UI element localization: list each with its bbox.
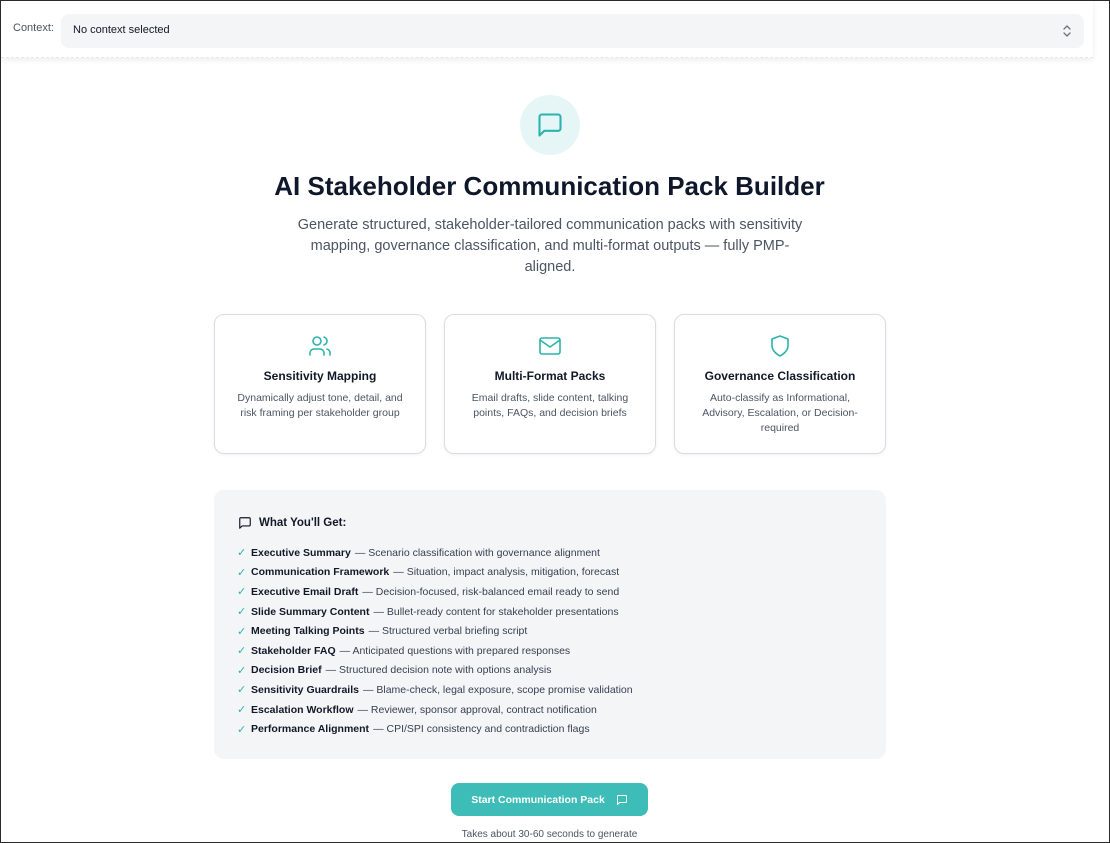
deliverables-panel: What You'll Get: ✓ Executive Summary — Sce… <box>214 490 886 759</box>
deliverable-name: Performance Alignment <box>251 723 370 736</box>
deliverable-detail: — Blame-check, legal exposure, scope pro… <box>362 683 633 696</box>
deliverable-detail: — Anticipated questions with prepared re… <box>339 644 571 657</box>
users-icon <box>309 336 331 356</box>
deliverable-name: Escalation Workflow <box>251 703 354 716</box>
list-item: ✓ Sensitivity Guardrails — Blame-check, le… <box>237 680 633 700</box>
deliverables-title: What You'll Get: <box>259 517 347 529</box>
check-icon: ✓ <box>237 547 247 560</box>
list-item: ✓ Meeting Talking Points — Structured verb… <box>237 621 633 641</box>
list-item: ✓ Escalation Workflow — Reviewer, sponsor … <box>237 700 633 720</box>
deliverable-detail: — Structured verbal briefing script <box>368 625 528 638</box>
message-square-icon <box>239 517 251 529</box>
deliverables-list: ✓ Executive Summary — Scenario classificat… <box>237 543 633 739</box>
start-communication-pack-button[interactable]: Start Communication Pack <box>451 783 648 816</box>
list-item: ✓ Decision Brief — Structured decision not… <box>237 661 633 681</box>
mail-icon <box>539 337 561 355</box>
message-square-icon <box>616 794 627 805</box>
check-icon: ✓ <box>237 566 247 579</box>
deliverable-detail: — Bullet-ready content for stakeholder p… <box>373 605 619 618</box>
feature-card-description: Email drafts, slide content, talking poi… <box>471 392 629 419</box>
check-icon: ✓ <box>237 704 247 717</box>
message-square-icon <box>538 113 562 137</box>
chevron-up-down-icon <box>1063 25 1071 37</box>
feature-card-governance-classification: Governance Classification Auto-classify … <box>674 314 886 454</box>
page-subtitle: Generate structured, stakeholder-tailore… <box>297 217 803 275</box>
list-item: ✓ Communication Framework — Situation, imp… <box>237 563 633 583</box>
feature-card-description: Dynamically adjust tone, detail, and ris… <box>237 392 403 419</box>
deliverable-detail: — Scenario classification with governanc… <box>354 546 600 559</box>
list-item: ✓ Executive Summary — Scenario classificat… <box>237 543 633 563</box>
check-icon: ✓ <box>237 723 247 736</box>
deliverable-name: Decision Brief <box>251 664 322 677</box>
context-label: Context: <box>13 22 54 34</box>
deliverable-detail: — Decision-focused, risk-balanced email … <box>362 585 620 598</box>
feature-card-sensitivity-mapping: Sensitivity Mapping Dynamically adjust t… <box>214 314 426 454</box>
deliverable-name: Sensitivity Guardrails <box>251 683 359 696</box>
deliverable-detail: — CPI/SPI consistency and contradiction … <box>373 723 590 736</box>
context-bar: Context: No context selected <box>1 1 1093 58</box>
context-select[interactable]: No context selected <box>61 14 1084 48</box>
context-select-value: No context selected <box>73 24 170 36</box>
hero-icon-badge <box>520 95 580 155</box>
deliverable-name: Communication Framework <box>251 566 390 579</box>
check-icon: ✓ <box>237 684 247 697</box>
deliverable-detail: — Structured decision note with options … <box>325 664 552 677</box>
deliverables-header: What You'll Get: <box>238 516 346 530</box>
feature-card-title: Sensitivity Mapping <box>263 369 377 383</box>
check-icon: ✓ <box>237 606 247 619</box>
list-item: ✓ Stakeholder FAQ — Anticipated questions … <box>237 641 633 661</box>
generation-time-note: Takes about 30-60 seconds to generate <box>461 829 638 840</box>
deliverable-name: Executive Email Draft <box>251 585 359 598</box>
deliverable-detail: — Situation, impact analysis, mitigation… <box>393 566 620 579</box>
check-icon: ✓ <box>237 625 247 638</box>
deliverable-detail: — Reviewer, sponsor approval, contract n… <box>357 703 597 716</box>
list-item: ✓ Performance Alignment — CPI/SPI consiste… <box>237 719 633 739</box>
deliverable-name: Slide Summary Content <box>251 605 370 618</box>
list-item: ✓ Executive Email Draft — Decision-focused… <box>237 582 633 602</box>
feature-card-description: Auto-classify as Informational, Advisory… <box>702 392 858 434</box>
feature-card-multi-format-packs: Multi-Format Packs Email drafts, slide c… <box>444 314 656 454</box>
deliverable-name: Stakeholder FAQ <box>251 644 336 657</box>
feature-card-title: Governance Classification <box>704 369 856 383</box>
list-item: ✓ Slide Summary Content — Bullet-ready con… <box>237 602 633 622</box>
check-icon: ✓ <box>237 664 247 677</box>
feature-card-title: Multi-Format Packs <box>494 369 606 383</box>
page-title: AI Stakeholder Communication Pack Builde… <box>274 171 825 201</box>
shield-icon <box>771 335 789 357</box>
start-button-label: Start Communication Pack <box>471 793 605 806</box>
deliverable-name: Executive Summary <box>251 546 351 559</box>
check-icon: ✓ <box>237 645 247 658</box>
deliverable-name: Meeting Talking Points <box>251 625 365 638</box>
check-icon: ✓ <box>237 586 247 599</box>
